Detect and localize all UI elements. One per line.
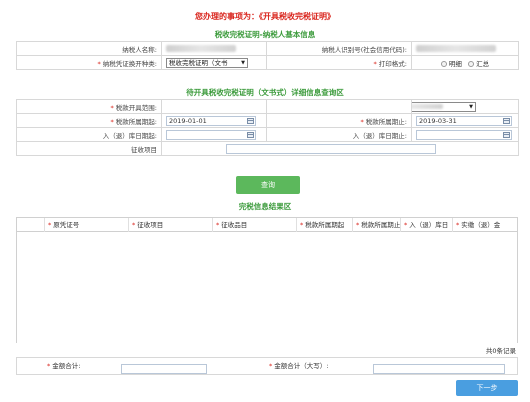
- grid-header-checkbox[interactable]: [17, 218, 45, 232]
- grid-body: [17, 232, 517, 343]
- entry-start-label: 入（退）库日期起:: [16, 127, 162, 142]
- amount-total-input[interactable]: [121, 364, 207, 374]
- cert-type-label: * 纳税凭证换开种类:: [16, 55, 162, 70]
- radio-summary[interactable]: 汇总: [468, 60, 489, 68]
- period-start-input[interactable]: 2019-01-01: [166, 115, 256, 126]
- next-button[interactable]: 下一步: [456, 380, 518, 396]
- col-levy-item[interactable]: * 征收项目: [129, 218, 213, 232]
- radio-icon: [440, 60, 447, 67]
- basic-info-title: 税收完税证明-纳税人基本信息: [214, 30, 316, 39]
- taxpayer-id-label: 纳税人识别号(社会信用代码):: [266, 41, 412, 56]
- calendar-icon[interactable]: [247, 131, 254, 138]
- grid-header: * 原凭证号 * 征收项目 * 征收品目 * 税款所属期起 * 税款所属期止 * 入（退）库…: [17, 218, 517, 232]
- period-end-label: * 税款所属期止:: [266, 113, 412, 128]
- totals-row: * 金额合计: * 金额合计（大写）:: [16, 357, 518, 375]
- calendar-icon[interactable]: [503, 117, 510, 124]
- record-count: 共0条记录: [485, 347, 516, 355]
- basic-info-table: 纳税人名称: 纳税人识别号(社会信用代码): * 纳税凭证换开种类: 税收完税证明…: [16, 41, 519, 70]
- calendar-icon[interactable]: [503, 131, 510, 138]
- entry-end-input[interactable]: [416, 129, 512, 140]
- amount-upper-label: * 金额合计（大写）:: [269, 362, 329, 370]
- taxpayer-name-label: 纳税人名称:: [16, 41, 162, 56]
- col-original-cert[interactable]: * 原凭证号: [45, 218, 129, 232]
- amount-total-label: * 金额合计:: [47, 362, 81, 370]
- page-title: 您办理的事项为：《开具税收完税证明》: [195, 12, 335, 21]
- period-end-input[interactable]: 2019-03-31: [416, 115, 512, 126]
- tax-office-label: * 税款开具范围:: [16, 99, 162, 114]
- col-period-end[interactable]: * 税款所属期止: [353, 218, 401, 232]
- chevron-down-icon: ▼: [241, 59, 245, 66]
- print-format-label: * 打印格式:: [266, 55, 412, 70]
- taxpayer-name-value: [161, 41, 267, 56]
- levy-item-input[interactable]: [226, 143, 436, 154]
- taxpayer-id-value: [411, 41, 519, 56]
- chevron-down-icon: ▼: [469, 103, 473, 110]
- radio-detail[interactable]: 明细: [440, 60, 462, 68]
- result-section-title: 完税信息结果区: [238, 202, 292, 211]
- amount-upper-input[interactable]: [373, 364, 505, 374]
- query-table: * 税款开具范围: ▼ * 税款所属期起: 2019-01-01 * 税款所属期止: …: [16, 99, 519, 156]
- col-levy-category[interactable]: * 征收品目: [213, 218, 297, 232]
- query-section-title: 待开具税收完税证明（文书式）详细信息查询区: [186, 88, 344, 97]
- result-grid: * 原凭证号 * 征收项目 * 征收品目 * 税款所属期起 * 税款所属期止 * 入（退）库…: [16, 217, 518, 343]
- cert-type-select[interactable]: 税收完税证明（文书 ▼: [166, 57, 248, 68]
- col-entry-date[interactable]: * 入（退）库日: [401, 218, 453, 232]
- entry-start-input[interactable]: [166, 129, 256, 140]
- calendar-icon[interactable]: [247, 117, 254, 124]
- period-start-label: * 税款所属期起:: [16, 113, 162, 128]
- col-period-start[interactable]: * 税款所属期起: [297, 218, 353, 232]
- entry-end-label: 入（退）库日期止:: [266, 127, 412, 142]
- query-button[interactable]: 查询: [236, 176, 300, 194]
- radio-icon: [468, 60, 475, 67]
- tax-office-select[interactable]: ▼: [412, 101, 476, 112]
- col-paid-amount[interactable]: * 实缴（退）金: [453, 218, 517, 232]
- levy-item-label: 征收项目: [16, 141, 162, 156]
